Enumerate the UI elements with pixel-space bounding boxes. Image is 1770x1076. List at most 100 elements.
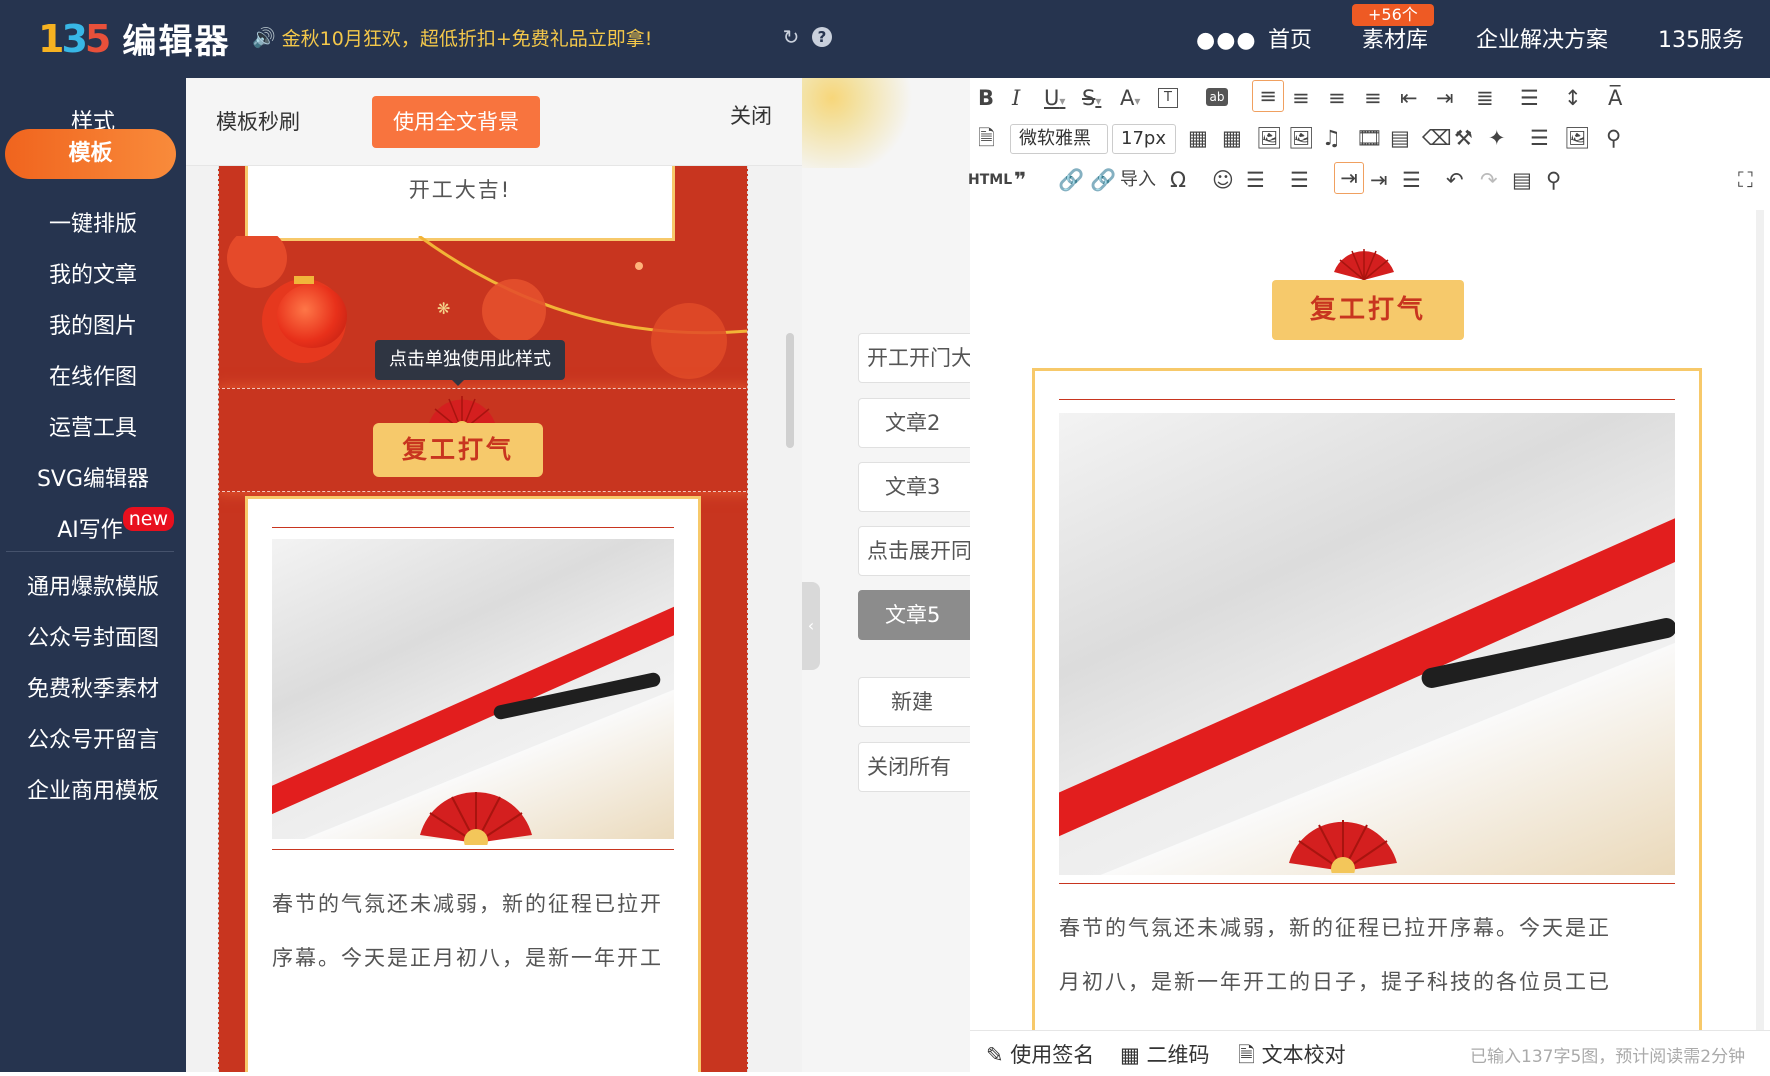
eraser-icon[interactable]: ⌫	[1422, 124, 1452, 152]
promo-banner[interactable]: 🔊 金秋10月狂欢，超低折扣+免费礼品立即拿!	[252, 24, 652, 51]
editor-toolbar: B I U▾ S▾ A▾ T ab ≡ ≡ ≡ ≡ ⇤ ⇥ ≣ ☰ ↕ A̅ 🗎…	[968, 78, 1770, 208]
fullscreen-icon[interactable]: ⛶	[1738, 166, 1753, 194]
image-settings-icon[interactable]: 🖼	[1564, 124, 1591, 152]
selected-style-block[interactable]: 复工打气	[219, 388, 747, 492]
use-style-tooltip: 点击单独使用此样式	[375, 340, 565, 380]
template-panel-scrollbar[interactable]	[786, 333, 794, 448]
unordered-list-icon[interactable]: ☰	[1290, 166, 1309, 194]
undo-icon[interactable]: ↶	[1446, 166, 1464, 194]
template-preview[interactable]: 开工大吉! ❋ 复工打气 点击单独使用此样式 春节的气氛还未减弱，新的征程已拉开…	[218, 166, 748, 1072]
article-tab-3[interactable]: 文章3	[858, 462, 978, 512]
outdent-icon[interactable]: ⇥	[1436, 84, 1454, 112]
font-size-select[interactable]: 17px	[1112, 124, 1176, 154]
line-height-icon[interactable]: ↕	[1564, 84, 1582, 112]
close-all-button[interactable]: 关闭所有	[858, 742, 978, 792]
bold-icon[interactable]: B	[978, 84, 994, 112]
new-badge: new	[122, 507, 174, 531]
search-replace-icon[interactable]: ⚲	[1606, 124, 1621, 152]
sidebar-item-svg-editor[interactable]: SVG编辑器	[0, 460, 186, 500]
html-source-button[interactable]: HTML	[968, 166, 1012, 194]
import-button[interactable]: 导入	[1120, 166, 1156, 194]
align-center-icon[interactable]: ≡	[1292, 84, 1310, 112]
quote-icon[interactable]: ❞	[1014, 166, 1026, 194]
image-icon[interactable]: 🖼	[1256, 124, 1283, 152]
unlink-icon[interactable]: 🔗	[1090, 166, 1116, 194]
first-line-indent-icon[interactable]: ⇥	[1334, 162, 1364, 194]
sidebar-item-templates[interactable]: 模板	[5, 129, 176, 179]
article-tab-1[interactable]: 开工开门大	[858, 333, 978, 383]
sidebar-sub-comments[interactable]: 公众号开留言	[0, 721, 186, 761]
multi-image-icon[interactable]: 🖼	[1288, 124, 1315, 152]
sidebar-item-online-design[interactable]: 在线作图	[0, 358, 186, 398]
sidebar-sub-cover-images[interactable]: 公众号封面图	[0, 619, 186, 659]
list-icon[interactable]: ☰	[1530, 124, 1549, 152]
location-icon[interactable]: ⚲	[1546, 166, 1561, 194]
special-chars-icon[interactable]: Ω	[1170, 166, 1186, 194]
template-refresh-title[interactable]: 模板秒刷	[216, 106, 300, 136]
divider-icon[interactable]: ▤	[1390, 124, 1410, 152]
banner-title: 复工打气	[373, 423, 543, 477]
help-icon[interactable]: ?	[812, 27, 832, 47]
sidebar-sub-popular-templates[interactable]: 通用爆款模版	[0, 568, 186, 608]
paragraph-spacing-icon[interactable]: ≣	[1476, 84, 1494, 112]
block-indent-icon[interactable]: ⇥	[1370, 166, 1388, 194]
new-document-icon[interactable]: 🗎	[978, 124, 995, 152]
sidebar-item-one-click-layout[interactable]: 一键排版	[0, 205, 186, 245]
table-icon[interactable]: ▦	[1188, 124, 1208, 152]
redo-icon[interactable]: ↷	[1480, 166, 1498, 194]
font-color-icon[interactable]: A▾	[1120, 84, 1140, 115]
editor-card-rule	[1059, 399, 1675, 400]
emoji-icon[interactable]: ☺	[1212, 166, 1234, 194]
article-tab-5-active[interactable]: 文章5	[858, 590, 978, 640]
use-signature-button[interactable]: ✎ 使用签名	[986, 1039, 1094, 1069]
sidebar-item-ai-writing[interactable]: AI写作 new	[0, 507, 180, 551]
qrcode-button[interactable]: ▦ 二维码	[1120, 1039, 1210, 1069]
letter-spacing-icon[interactable]: A̅	[1608, 84, 1622, 112]
sidebar-item-my-images[interactable]: 我的图片	[0, 307, 186, 347]
indent-icon[interactable]: ⇤	[1400, 84, 1418, 112]
grid-icon[interactable]: ▦	[1222, 124, 1242, 152]
highlight-icon[interactable]: ab	[1206, 88, 1228, 106]
editor-scrollbar[interactable]	[1756, 210, 1764, 1030]
left-sidebar: 样式 模板 一键排版 我的文章 我的图片 在线作图 运营工具 SVG编辑器 AI…	[0, 78, 186, 1072]
video-icon[interactable]: 🎞	[1356, 124, 1383, 152]
use-full-background-button[interactable]: 使用全文背景	[372, 96, 540, 148]
sidebar-item-my-articles[interactable]: 我的文章	[0, 256, 186, 296]
article-tab-2[interactable]: 文章2	[858, 398, 978, 448]
article-tab-4[interactable]: 点击展开同	[858, 526, 978, 576]
nav-home[interactable]: 首页	[1268, 22, 1312, 54]
ordered-list-icon[interactable]: ☰	[1246, 166, 1265, 194]
link-icon[interactable]: 🔗	[1058, 166, 1084, 194]
logo[interactable]: 135 编辑器	[38, 14, 230, 63]
strikethrough-icon[interactable]: S▾	[1082, 84, 1101, 115]
more-icon[interactable]: ●●●	[1196, 30, 1257, 52]
format-painter-icon[interactable]: ⚒	[1454, 124, 1473, 152]
music-icon[interactable]: ♫	[1322, 124, 1341, 152]
sidebar-sub-autumn-materials[interactable]: 免费秋季素材	[0, 670, 186, 710]
ai-writing-label: AI写作	[57, 518, 123, 543]
close-panel-button[interactable]: 关闭	[730, 100, 772, 130]
magic-wand-icon[interactable]: ✦	[1488, 124, 1506, 152]
text-direction-icon[interactable]: ☰	[1402, 166, 1421, 194]
nav-enterprise-solutions[interactable]: 企业解决方案	[1476, 22, 1608, 54]
align-left-icon[interactable]: ≡	[1252, 80, 1284, 112]
font-family-select[interactable]: 微软雅黑	[1010, 124, 1108, 154]
italic-icon[interactable]: I	[1012, 84, 1020, 112]
proofread-button[interactable]: 🗎 文本校对	[1238, 1039, 1346, 1076]
align-justify-icon[interactable]: ≡	[1364, 84, 1382, 112]
nav-135-service[interactable]: 135服务	[1658, 22, 1744, 54]
collapse-panel-icon[interactable]: ‹	[802, 582, 820, 670]
word-count-status: 已输入137字5图，预计阅读需2分钟	[1470, 1047, 1746, 1067]
underline-icon[interactable]: U▾	[1044, 84, 1065, 115]
fan-icon	[1289, 820, 1397, 873]
new-article-button[interactable]: 新建	[858, 677, 978, 727]
text-background-icon[interactable]: T	[1158, 88, 1178, 108]
align-right-icon[interactable]: ≡	[1328, 84, 1346, 112]
editor-content[interactable]: 复工打气 春节的气氛还未减弱，新的征程已拉开序幕。今天是正 月初八，是新一年开工…	[970, 208, 1770, 1030]
page-break-icon[interactable]: ▤	[1512, 166, 1532, 194]
list-style-icon[interactable]: ☰	[1520, 84, 1539, 112]
sidebar-item-operation-tools[interactable]: 运营工具	[0, 409, 186, 449]
sidebar-sub-commercial-templates[interactable]: 企业商用模板	[0, 772, 186, 812]
nav-material-library[interactable]: 素材库	[1362, 22, 1428, 54]
refresh-icon[interactable]: ↻	[780, 26, 802, 48]
